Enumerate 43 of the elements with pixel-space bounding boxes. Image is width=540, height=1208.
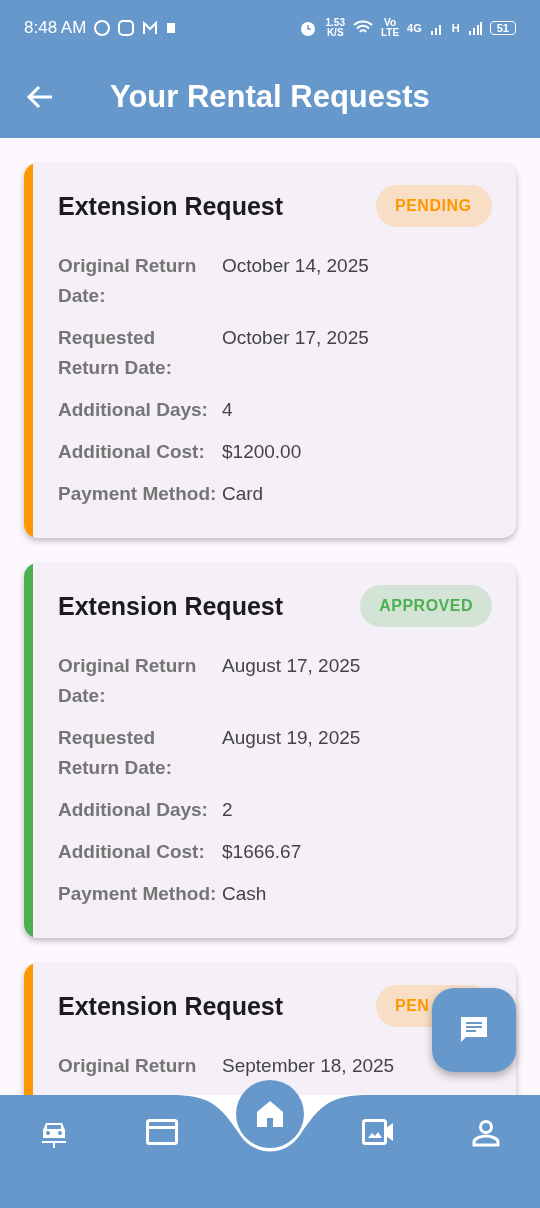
back-arrow-icon	[26, 84, 54, 109]
card-title: Extension Request	[58, 591, 284, 621]
card-title: Extension Request	[58, 191, 284, 221]
status-time: 8:48 AM	[24, 17, 87, 38]
field-label: Original Return Date:	[58, 654, 198, 708]
page-title: Your Rental Requests	[110, 78, 430, 115]
signal-icon	[467, 20, 482, 35]
field-value: $1666.67	[222, 840, 303, 864]
field-label: Original Return	[58, 1054, 198, 1078]
network-speed: 1.53 K/S	[325, 17, 345, 38]
person-icon	[472, 1119, 500, 1147]
card-title: Extension Request	[58, 991, 284, 1021]
field-value: Cash	[222, 882, 268, 906]
field-value: 2	[222, 798, 234, 822]
field-value: August 19, 2025	[222, 726, 362, 750]
field-value: August 17, 2025	[222, 654, 362, 678]
status-badge: APPROVED	[360, 585, 492, 627]
battery-level: 51	[489, 20, 516, 35]
field-label: Requested Return Date:	[58, 326, 173, 380]
field-label: Requested Return Date:	[58, 726, 173, 780]
back-button[interactable]	[26, 84, 54, 109]
field-label: Payment Method:	[58, 482, 218, 506]
field-value: October 14, 2025	[222, 254, 370, 278]
field-value: 4	[222, 398, 234, 422]
field-label: Additional Days:	[58, 798, 209, 822]
field-label: Additional Cost:	[58, 440, 206, 464]
video-icon	[362, 1119, 394, 1145]
field-label: Payment Method:	[58, 882, 218, 906]
mail-icon	[142, 20, 159, 35]
field-value: September 18, 2025	[222, 1054, 396, 1078]
field-value: $1200.00	[222, 440, 303, 464]
field-label: Original Return Date:	[58, 254, 198, 308]
volte-label: Vo LTE	[380, 17, 400, 38]
home-icon	[254, 1098, 286, 1130]
field-value: Card	[222, 482, 265, 506]
status-badge: PENDING	[376, 185, 492, 227]
credit-card-icon	[146, 1119, 178, 1145]
field-value: October 17, 2025	[222, 326, 370, 350]
chat-button[interactable]	[432, 988, 516, 1072]
field-label: Additional Cost:	[58, 840, 206, 864]
network-type: 4G	[407, 21, 422, 34]
field-label: Additional Days:	[58, 398, 209, 422]
network-type: H	[451, 21, 460, 34]
